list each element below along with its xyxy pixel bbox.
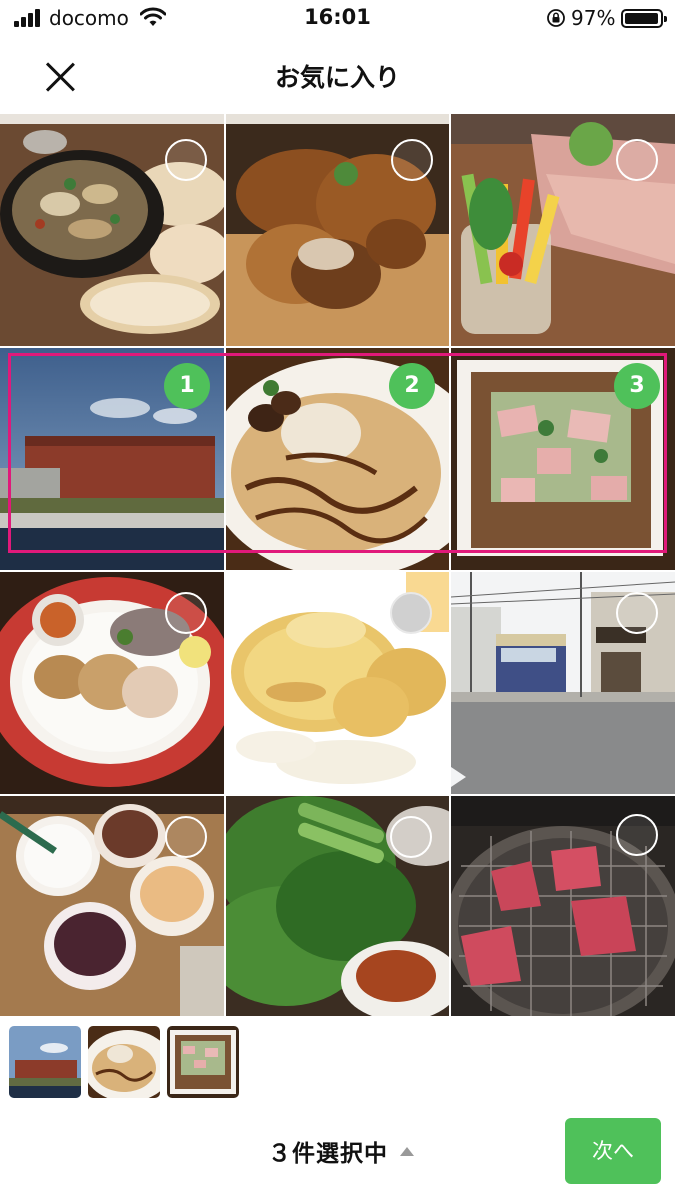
header: お気に入り xyxy=(0,38,675,114)
photo-grid: 1 2 3 xyxy=(0,114,675,1016)
photo-tile-crepe[interactable]: 2 xyxy=(226,348,449,570)
select-circle[interactable] xyxy=(616,139,658,181)
photo-tile-ajillo[interactable] xyxy=(0,114,224,346)
status-bar: docomo 16:01 97% xyxy=(0,0,675,38)
photo-tile-tram[interactable] xyxy=(451,572,675,794)
bottom-bar: ３件選択中 次へ xyxy=(0,1108,675,1200)
selection-count-toggle[interactable]: ３件選択中 xyxy=(268,1134,414,1168)
thumbnail-red-brick-warehouse xyxy=(9,1026,81,1098)
photo-tile-chicken[interactable] xyxy=(226,114,449,346)
thumbnail-galette xyxy=(167,1026,239,1098)
selection-order-badge[interactable]: 2 xyxy=(389,363,435,409)
caret-up-icon xyxy=(400,1146,414,1156)
orientation-lock-icon xyxy=(547,9,565,27)
select-circle[interactable] xyxy=(616,592,658,634)
select-circle[interactable] xyxy=(616,814,658,856)
photo-tile-pancakes[interactable] xyxy=(226,572,449,794)
selection-order-badge[interactable]: 3 xyxy=(614,363,660,409)
selection-order-badge[interactable]: 1 xyxy=(164,363,210,409)
battery-percent: 97% xyxy=(571,6,616,30)
thumbnail-crepe-with-ice-cream xyxy=(88,1026,160,1098)
selected-thumbnail-crepe[interactable] xyxy=(88,1026,160,1098)
select-circle[interactable] xyxy=(390,592,432,634)
select-circle[interactable] xyxy=(165,592,207,634)
next-button[interactable]: 次へ xyxy=(565,1118,661,1184)
selection-count: ３件選択中 xyxy=(268,1141,388,1167)
favorites-photo-picker: docomo 16:01 97% お気に入り 1 2 3 ３件選択中 次へ xyxy=(0,0,675,1200)
select-circle[interactable] xyxy=(165,139,207,181)
selected-thumbnail-galette[interactable] xyxy=(167,1026,239,1098)
photo-tile-chicken-plate[interactable] xyxy=(0,572,224,794)
photo-tile-perilla[interactable] xyxy=(226,796,449,1016)
select-circle[interactable] xyxy=(390,816,432,858)
photo-tile-vegetables[interactable] xyxy=(451,114,675,346)
selected-thumbnails-strip xyxy=(0,1016,675,1108)
selected-thumbnail-warehouse[interactable] xyxy=(9,1026,81,1098)
photo-tile-yakiniku[interactable] xyxy=(451,796,675,1016)
photo-tile-frappuccinos[interactable] xyxy=(0,796,224,1016)
page-title: お気に入り xyxy=(274,63,400,92)
select-circle[interactable] xyxy=(391,139,433,181)
photo-tile-galette[interactable]: 3 xyxy=(451,348,675,570)
battery-icon xyxy=(621,9,667,28)
photo-tile-warehouse[interactable]: 1 xyxy=(0,348,224,570)
select-circle[interactable] xyxy=(165,816,207,858)
